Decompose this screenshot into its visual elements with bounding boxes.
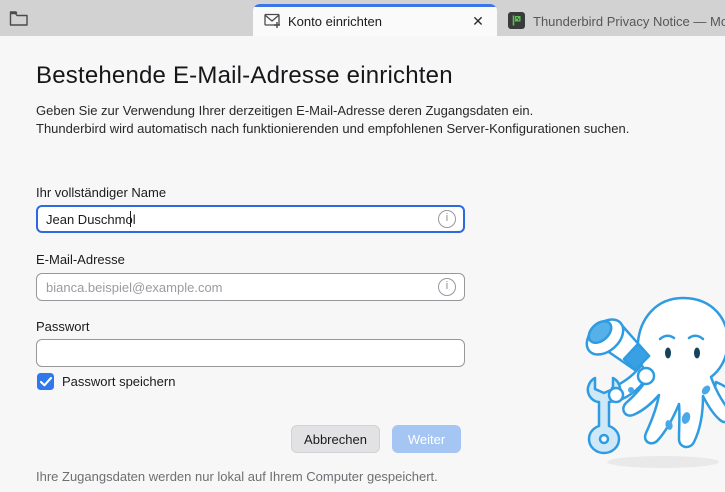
intro-line-2: Thunderbird wird automatisch nach funkti… bbox=[36, 121, 630, 136]
email-info-icon[interactable]: i bbox=[438, 278, 456, 296]
tab-konto-einrichten[interactable]: Konto einrichten ✕ bbox=[253, 4, 497, 36]
account-setup-envelope-icon bbox=[264, 13, 282, 34]
remember-password-checkbox[interactable] bbox=[37, 373, 54, 390]
active-tab-label: Konto einrichten bbox=[288, 14, 382, 29]
local-storage-note: Ihre Zugangsdaten werden nur lokal auf I… bbox=[36, 469, 438, 484]
folder-icon[interactable] bbox=[9, 10, 29, 27]
page-title: Bestehende E-Mail-Adresse einrichten bbox=[36, 62, 453, 89]
privacy-flag-icon bbox=[508, 12, 525, 29]
text-caret bbox=[130, 211, 131, 227]
password-input[interactable] bbox=[36, 339, 465, 367]
page-intro: Geben Sie zur Verwendung Ihrer derzeitig… bbox=[36, 102, 629, 138]
password-field-label: Passwort bbox=[36, 319, 90, 334]
name-info-icon[interactable]: i bbox=[438, 210, 456, 228]
email-input[interactable] bbox=[36, 273, 465, 301]
cancel-button[interactable]: Abbrechen bbox=[291, 425, 380, 453]
tab-privacy-notice[interactable]: Thunderbird Privacy Notice — Mozil bbox=[500, 4, 725, 36]
intro-line-1: Geben Sie zur Verwendung Ihrer derzeitig… bbox=[36, 103, 534, 118]
checkmark-icon bbox=[39, 376, 52, 386]
active-tab-stripe bbox=[253, 4, 497, 7]
thunderbird-octopus-mascot bbox=[585, 296, 725, 468]
email-field-label: E-Mail-Adresse bbox=[36, 252, 125, 267]
next-button[interactable]: Weiter bbox=[392, 425, 461, 453]
tab-bar: Konto einrichten ✕ Thunderbird Privacy N… bbox=[0, 0, 725, 36]
app-window: Konto einrichten ✕ Thunderbird Privacy N… bbox=[0, 0, 725, 492]
name-field-label: Ihr vollständiger Name bbox=[36, 185, 167, 200]
close-tab-icon[interactable]: ✕ bbox=[469, 12, 487, 30]
account-setup-page: Bestehende E-Mail-Adresse einrichten Geb… bbox=[0, 36, 725, 492]
remember-password-label[interactable]: Passwort speichern bbox=[62, 374, 175, 389]
full-name-input[interactable] bbox=[36, 205, 465, 233]
privacy-tab-label: Thunderbird Privacy Notice — Mozil bbox=[533, 14, 725, 29]
